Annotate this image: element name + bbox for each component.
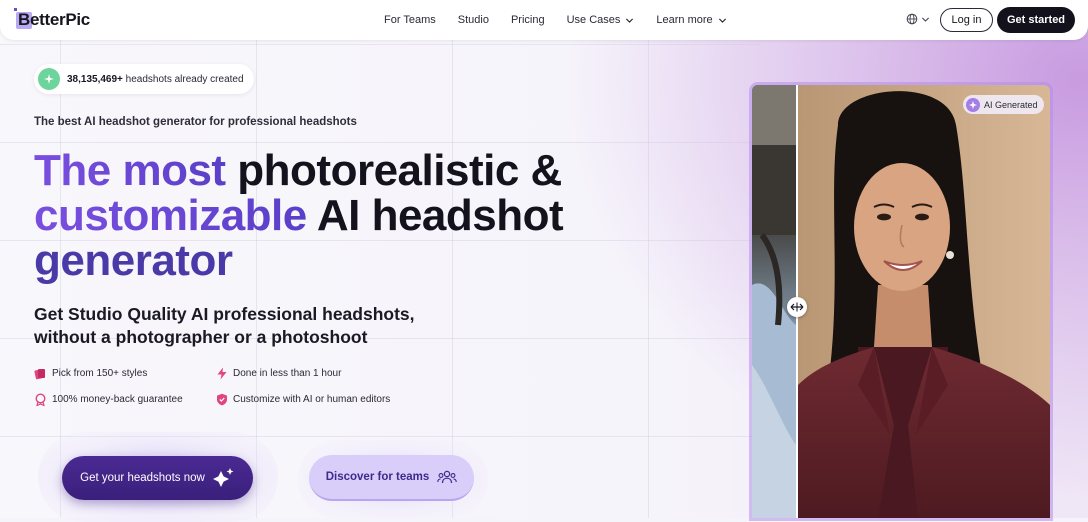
ai-portrait-photo	[798, 85, 1050, 518]
lightning-icon	[217, 367, 227, 380]
login-button[interactable]: Log in	[940, 8, 993, 32]
sparkle-icon	[212, 468, 234, 487]
nav-item-label: Use Cases	[566, 14, 621, 26]
subheading-line: Get Studio Quality AI professional heads…	[34, 304, 415, 324]
headline-highlight: customizable	[34, 191, 307, 240]
counter-text: 38,135,469+ headshots already created	[67, 74, 244, 85]
ai-generated-badge: AI Generated	[963, 95, 1044, 114]
nav-item-label: Pricing	[510, 14, 545, 26]
team-icon	[437, 470, 458, 484]
hero-tagline: The best AI headshot generator for profe…	[34, 116, 357, 128]
feature-label: Customize with AI or human editors	[233, 394, 391, 405]
feature-item: Done in less than 1 hour	[216, 367, 341, 380]
nav-item-pricing[interactable]: Pricing	[511, 14, 545, 26]
cta-label: Get your headshots now	[80, 472, 205, 484]
chevron-down-icon	[626, 17, 634, 23]
ai-badge-label: AI Generated	[984, 99, 1038, 110]
headline-highlight: generator	[34, 236, 233, 285]
nav-item-label: Studio	[457, 14, 489, 26]
feature-label: 100% money-back guarantee	[52, 394, 183, 405]
nav-item-label: For Teams	[384, 14, 436, 26]
cta-label: Discover for teams	[325, 471, 430, 483]
feature-item: Customize with AI or human editors	[216, 393, 390, 406]
sparkle-icon	[966, 97, 980, 112]
headline-highlight: The most	[34, 146, 226, 195]
top-navigation: BetterPic For Teams Studio Pricing Use C…	[0, 0, 1088, 40]
chevron-down-icon	[921, 16, 930, 22]
headline-text: AI headshot	[306, 191, 564, 240]
main-menu: For Teams Studio Pricing Use Cases Learn…	[384, 0, 749, 40]
get-headshots-button[interactable]: Get your headshots now	[62, 456, 253, 500]
feature-label: Done in less than 1 hour	[233, 368, 342, 379]
slider-handle[interactable]	[787, 297, 807, 317]
hero-headline: The most photorealistic & customizable A…	[34, 148, 674, 283]
shield-icon	[217, 393, 227, 406]
logo-text: BetterPic	[18, 10, 90, 29]
language-selector[interactable]	[906, 13, 930, 25]
nav-item-learn-more[interactable]: Learn more	[656, 14, 726, 26]
styles-icon	[34, 369, 45, 380]
subheading-line: without a photographer or a photoshoot	[34, 327, 368, 347]
discover-for-teams-button[interactable]: Discover for teams	[309, 455, 474, 501]
before-after-slider[interactable]: AI Generated	[752, 85, 1050, 518]
hero-subheading: Get Studio Quality AI professional heads…	[34, 303, 454, 349]
sparkle-icon	[38, 68, 60, 90]
globe-icon	[906, 13, 918, 25]
nav-item-label: Learn more	[656, 14, 713, 26]
headshot-counter-badge: 38,135,469+ headshots already created	[34, 64, 254, 94]
drag-arrows-icon	[790, 302, 804, 312]
feature-item: 100% money-back guarantee	[34, 393, 183, 406]
logo[interactable]: BetterPic	[14, 7, 90, 33]
get-started-button[interactable]: Get started	[997, 7, 1075, 33]
nav-item-for-teams[interactable]: For Teams	[384, 14, 436, 26]
feature-item: Pick from 150+ styles	[34, 367, 147, 380]
counter-suffix: headshots already created	[122, 73, 244, 85]
badge-icon	[35, 393, 46, 406]
feature-label: Pick from 150+ styles	[52, 368, 148, 379]
nav-item-use-cases[interactable]: Use Cases	[567, 14, 635, 26]
headline-text: photorealistic &	[225, 146, 562, 195]
chevron-down-icon	[718, 17, 726, 23]
nav-item-studio[interactable]: Studio	[458, 14, 489, 26]
counter-number: 38,135,469+	[67, 73, 123, 85]
